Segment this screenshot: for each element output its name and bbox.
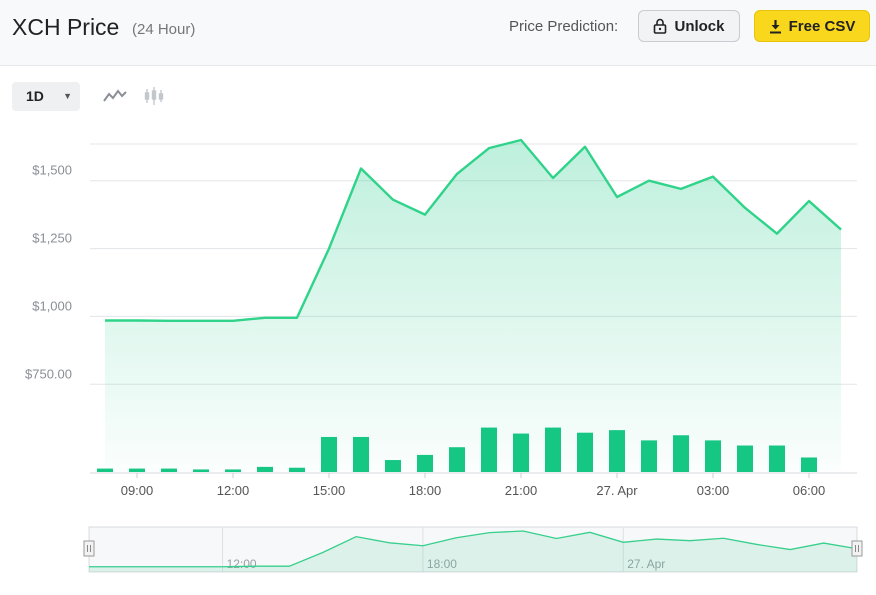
volume-bar[interactable] bbox=[385, 460, 401, 472]
price-point[interactable] bbox=[807, 199, 811, 203]
volume-bar[interactable] bbox=[417, 454, 433, 472]
volume-bar[interactable] bbox=[545, 427, 561, 472]
price-point[interactable] bbox=[263, 316, 267, 320]
price-point[interactable] bbox=[295, 316, 299, 320]
price-point[interactable] bbox=[711, 175, 715, 179]
volume-bar[interactable] bbox=[801, 457, 817, 472]
y-tick-label: $1,500 bbox=[32, 163, 72, 178]
x-tick-label: 09:00 bbox=[121, 483, 154, 498]
volume-bar[interactable] bbox=[705, 440, 721, 472]
price-point[interactable] bbox=[775, 232, 779, 236]
price-point[interactable] bbox=[839, 228, 843, 232]
price-point[interactable] bbox=[455, 172, 459, 176]
volume-bar[interactable] bbox=[513, 433, 529, 472]
y-tick-label: $750.00 bbox=[25, 366, 72, 381]
price-point[interactable] bbox=[551, 176, 555, 180]
price-point[interactable] bbox=[423, 213, 427, 217]
price-point[interactable] bbox=[327, 247, 331, 251]
volume-bar[interactable] bbox=[193, 469, 209, 472]
price-point[interactable] bbox=[679, 187, 683, 191]
navigator-handle-right[interactable] bbox=[851, 540, 863, 557]
price-point[interactable] bbox=[615, 195, 619, 199]
x-tick-label: 06:00 bbox=[793, 483, 826, 498]
handle-body[interactable] bbox=[83, 540, 95, 557]
volume-bar[interactable] bbox=[321, 436, 337, 472]
x-tick-label: 15:00 bbox=[313, 483, 346, 498]
volume-bar[interactable] bbox=[481, 427, 497, 472]
price-chart[interactable]: $750.00 $1,000 $1,250 $1,500 09:00 12:00 15:00… bbox=[0, 0, 876, 595]
volume-bar[interactable] bbox=[353, 436, 369, 472]
price-point[interactable] bbox=[519, 138, 523, 142]
volume-bar[interactable] bbox=[225, 469, 241, 472]
price-point[interactable] bbox=[231, 319, 235, 323]
navigator-handle-left[interactable] bbox=[83, 540, 95, 557]
volume-bar[interactable] bbox=[641, 440, 657, 472]
price-area-fill bbox=[105, 140, 841, 470]
price-point[interactable] bbox=[359, 167, 363, 171]
volume-bar[interactable] bbox=[161, 468, 177, 472]
volume-bar[interactable] bbox=[449, 447, 465, 472]
navigator-selection[interactable] bbox=[89, 527, 857, 572]
price-point[interactable] bbox=[583, 145, 587, 149]
price-point[interactable] bbox=[199, 319, 203, 323]
volume-bar[interactable] bbox=[769, 445, 785, 472]
x-tick-label: 03:00 bbox=[697, 483, 730, 498]
volume-bar[interactable] bbox=[257, 466, 273, 472]
volume-bar[interactable] bbox=[129, 468, 145, 472]
price-point[interactable] bbox=[647, 179, 651, 183]
y-tick-label: $1,000 bbox=[32, 298, 72, 313]
price-point[interactable] bbox=[391, 198, 395, 202]
volume-bar[interactable] bbox=[737, 445, 753, 472]
price-point[interactable] bbox=[135, 319, 139, 323]
handle-body[interactable] bbox=[851, 540, 863, 557]
x-tick-label: 27. Apr bbox=[596, 483, 638, 498]
y-tick-label: $1,250 bbox=[32, 231, 72, 246]
x-tick-label: 18:00 bbox=[409, 483, 442, 498]
volume-bar[interactable] bbox=[289, 467, 305, 472]
price-point[interactable] bbox=[167, 319, 171, 323]
volume-bar[interactable] bbox=[577, 432, 593, 472]
x-tick-label: 12:00 bbox=[217, 483, 250, 498]
price-point[interactable] bbox=[743, 206, 747, 210]
volume-bar[interactable] bbox=[97, 468, 113, 472]
x-tick-label: 21:00 bbox=[505, 483, 538, 498]
price-point[interactable] bbox=[487, 146, 491, 150]
price-point[interactable] bbox=[103, 319, 107, 323]
volume-bar[interactable] bbox=[609, 430, 625, 472]
volume-bar[interactable] bbox=[673, 435, 689, 472]
